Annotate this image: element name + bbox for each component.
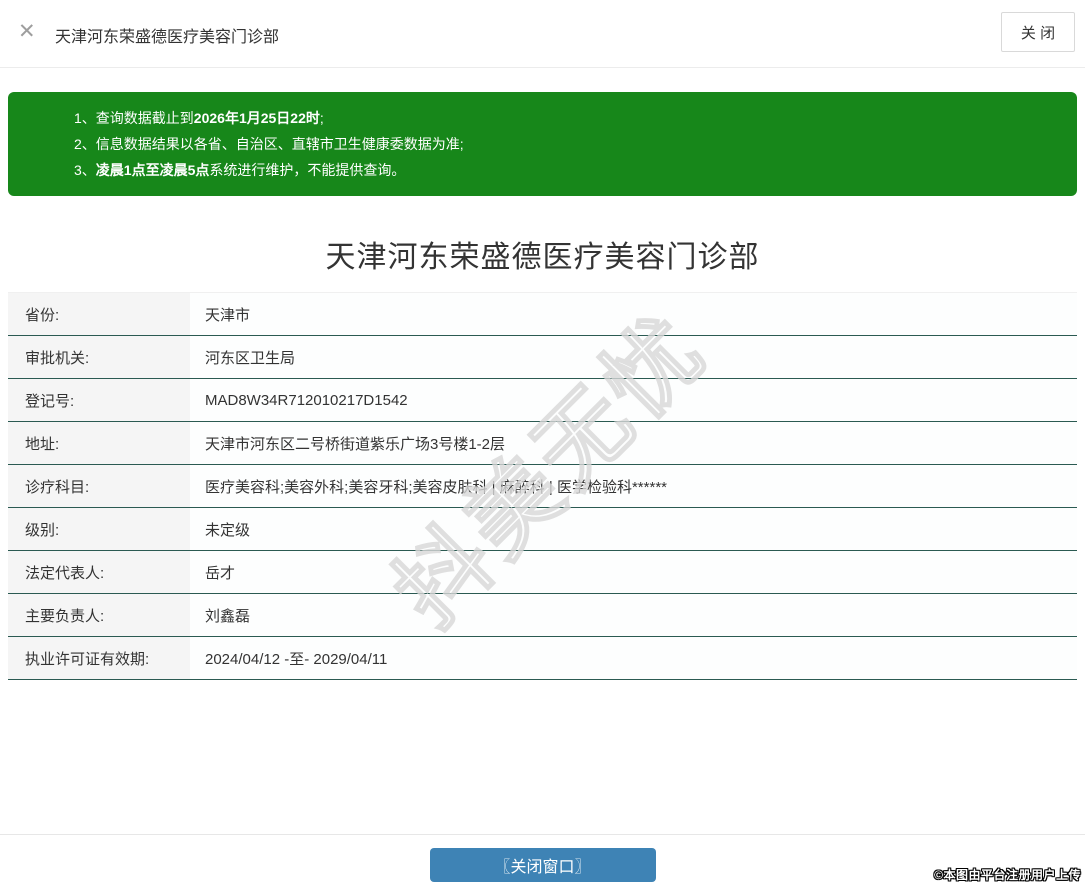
footer-divider [0,834,1085,835]
row-value: 医疗美容科;美容外科;美容牙科;美容皮肤科 | 麻醉科 | 医学检验科*****… [190,465,1077,507]
close-x-icon[interactable]: ✕ [18,21,36,42]
close-window-button[interactable]: 〖关闭窗口〗 [429,848,656,882]
row-value: 刘鑫磊 [190,594,1077,636]
row-label: 执业许可证有效期: [8,637,190,679]
notice-text-segment: 查询数据截止到 [95,110,194,126]
row-value: 河东区卫生局 [190,336,1077,378]
page-title: 天津河东荣盛德医疗美容门诊部 [325,241,760,274]
notice-text-segment: 信息数据结果以各省、自治区、直辖市卫生健康委数据为准; [95,136,464,152]
notice-item-number: 1、 [74,110,96,126]
close-button[interactable]: 关 闭 [1001,12,1075,52]
table-row: 登记号: MAD8W34R712010217D1542 [8,379,1077,422]
row-label: 法定代表人: [8,551,190,593]
row-value: 未定级 [190,508,1077,550]
row-value: MAD8W34R712010217D1542 [190,379,1077,421]
notice-item-number: 2、 [74,136,96,152]
table-row: 主要负责人: 刘鑫磊 [8,594,1077,637]
row-label: 主要负责人: [8,594,190,636]
row-label: 地址: [8,422,190,464]
row-label: 省份: [8,293,190,335]
table-row: 省份: 天津市 [8,293,1077,336]
table-row: 审批机关: 河东区卫生局 [8,336,1077,379]
notice-item: 1、查询数据截止到2026年1月25日22时; [74,105,1057,131]
notice-text-bold: 凌晨1点至凌晨5点 [95,162,210,178]
table-row: 级别: 未定级 [8,508,1077,551]
notice-text-segment: 系统进行维护，不能提供查询。 [209,162,406,178]
row-label: 审批机关: [8,336,190,378]
notice-item: 3、凌晨1点至凌晨5点系统进行维护，不能提供查询。 [74,157,1057,183]
notice-text-bold: 2026年1月25日22时 [193,110,320,126]
notice-banner: 1、查询数据截止到2026年1月25日22时; 2、信息数据结果以各省、自治区、… [8,92,1077,196]
table-row: 诊疗科目: 医疗美容科;美容外科;美容牙科;美容皮肤科 | 麻醉科 | 医学检验… [8,465,1077,508]
table-row: 执业许可证有效期: 2024/04/12 -至- 2029/04/11 [8,637,1077,680]
row-value: 岳才 [190,551,1077,593]
notice-item: 2、信息数据结果以各省、自治区、直辖市卫生健康委数据为准; [74,131,1057,157]
row-label: 级别: [8,508,190,550]
table-row: 地址: 天津市河东区二号桥街道紫乐广场3号楼1-2层 [8,422,1077,465]
top-bar: ✕ 天津河东荣盛德医疗美容门诊部 关 闭 [0,0,1085,68]
row-value: 2024/04/12 -至- 2029/04/11 [190,637,1077,679]
notice-item-number: 3、 [74,162,96,178]
copyright-watermark: ©本图由平台注册用户上传 [934,868,1081,882]
notice-text-segment: ; [319,110,324,126]
detail-table: 省份: 天津市 审批机关: 河东区卫生局 登记号: MAD8W34R712010… [8,292,1077,680]
license-detail-page: ✕ 天津河东荣盛德医疗美容门诊部 关 闭 1、查询数据截止到2026年1月25日… [0,0,1085,889]
table-row: 法定代表人: 岳才 [8,551,1077,594]
row-value: 天津市河东区二号桥街道紫乐广场3号楼1-2层 [190,422,1077,464]
row-label: 诊疗科目: [8,465,190,507]
row-value: 天津市 [190,293,1077,335]
row-label: 登记号: [8,379,190,421]
window-title: 天津河东荣盛德医疗美容门诊部 [55,29,280,46]
